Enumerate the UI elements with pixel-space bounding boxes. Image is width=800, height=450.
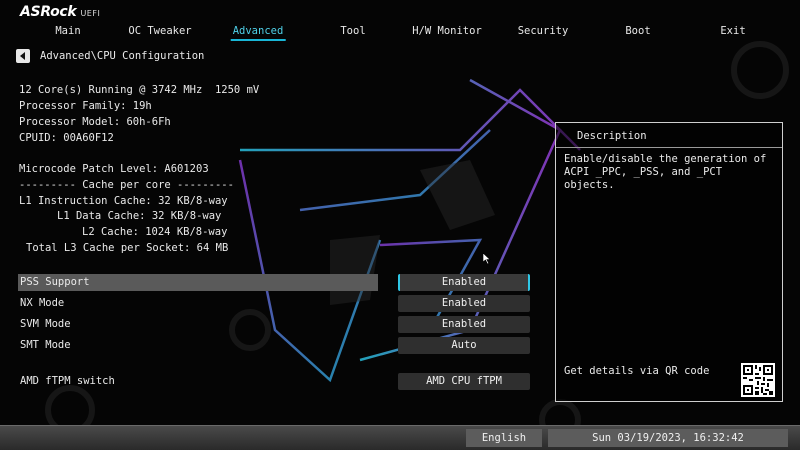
tab-tool[interactable]: Tool <box>340 25 365 37</box>
breadcrumb: Advanced\CPU Configuration <box>16 49 204 63</box>
l1-instruction-cache: L1 Instruction Cache: 32 KB/8-way <box>19 195 228 207</box>
tab-security[interactable]: Security <box>518 25 569 37</box>
top-bar: ASRock UEFI Main OC Tweaker Advanced Tool… <box>0 0 800 42</box>
qr-code-label: Get details via QR code <box>564 365 710 377</box>
date-time-display: Sun 03/19/2023, 16:32:42 <box>548 429 788 447</box>
setting-value-dropdown[interactable]: Enabled <box>398 316 530 333</box>
active-tab-underline <box>230 39 286 41</box>
tab-boot[interactable]: Boot <box>625 25 650 37</box>
setting-label: PSS Support <box>20 276 90 288</box>
tab-main[interactable]: Main <box>55 25 80 37</box>
setting-value-dropdown[interactable]: Auto <box>398 337 530 354</box>
brand-name: ASRock <box>20 4 77 20</box>
setting-row-smt-mode[interactable]: SMT Mode Auto <box>18 337 530 354</box>
back-arrow-icon <box>20 52 25 60</box>
description-panel: Description Enable/disable the generatio… <box>555 122 783 402</box>
brand-logo: ASRock UEFI <box>20 4 100 20</box>
main-nav: Main OC Tweaker Advanced Tool H/W Monito… <box>0 25 800 41</box>
tab-exit[interactable]: Exit <box>720 25 745 37</box>
setting-row-svm-mode[interactable]: SVM Mode Enabled <box>18 316 530 333</box>
back-button[interactable] <box>16 49 30 63</box>
description-title: Description <box>577 130 647 142</box>
l2-cache: L2 Cache: 1024 KB/8-way <box>82 226 228 238</box>
description-text: Enable/disable the generation of ACPI _P… <box>564 153 767 191</box>
bottom-bar: English Sun 03/19/2023, 16:32:42 <box>0 425 800 450</box>
setting-label: NX Mode <box>20 297 65 309</box>
processor-family: Processor Family: 19h <box>19 100 152 112</box>
setting-value-dropdown[interactable]: AMD CPU fTPM <box>398 373 530 390</box>
l3-cache: Total L3 Cache per Socket: 64 MB <box>26 242 229 254</box>
processor-model: Processor Model: 60h-6Fh <box>19 116 171 128</box>
cache-header: --------- Cache per core --------- <box>19 179 234 191</box>
breadcrumb-path: Advanced\CPU Configuration <box>40 50 205 62</box>
setting-row-pss-support[interactable]: PSS Support Enabled <box>18 274 530 291</box>
setting-row-amd-ftpm-switch[interactable]: AMD fTPM switch AMD CPU fTPM <box>18 373 530 390</box>
tab-advanced[interactable]: Advanced <box>230 25 286 41</box>
brand-sub: UEFI <box>80 9 101 18</box>
qr-code-icon[interactable] <box>741 363 775 397</box>
l1-data-cache: L1 Data Cache: 32 KB/8-way <box>57 210 222 222</box>
cpuid: CPUID: 00A60F12 <box>19 132 114 144</box>
setting-value-dropdown[interactable]: Enabled <box>398 295 530 312</box>
cpu-cores-info: 12 Core(s) Running @ 3742 MHz 1250 mV <box>19 84 260 96</box>
setting-value-dropdown[interactable]: Enabled <box>398 274 530 291</box>
setting-label: SMT Mode <box>20 339 71 351</box>
setting-label: SVM Mode <box>20 318 71 330</box>
setting-row-nx-mode[interactable]: NX Mode Enabled <box>18 295 530 312</box>
tab-oc-tweaker[interactable]: OC Tweaker <box>128 25 191 37</box>
microcode-level: Microcode Patch Level: A601203 <box>19 163 209 175</box>
mouse-cursor-icon <box>483 253 491 264</box>
description-divider <box>556 147 782 148</box>
language-button[interactable]: English <box>466 429 542 447</box>
setting-label: AMD fTPM switch <box>20 375 115 387</box>
tab-hw-monitor[interactable]: H/W Monitor <box>412 25 482 37</box>
